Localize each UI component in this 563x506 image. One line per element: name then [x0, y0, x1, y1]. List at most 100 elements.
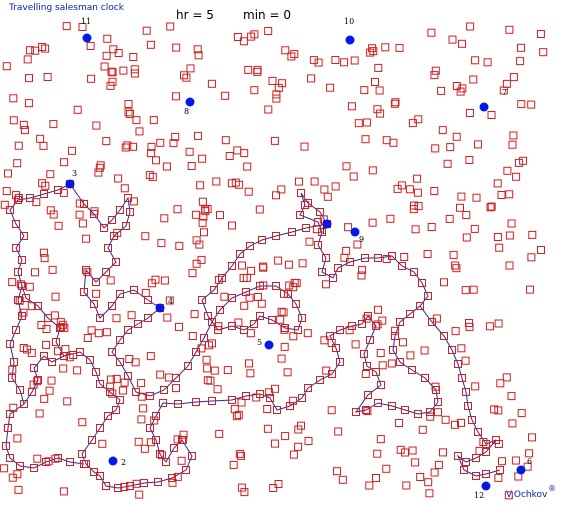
city-marker — [387, 359, 396, 368]
city-marker — [49, 120, 58, 129]
city-marker — [408, 446, 417, 455]
city-marker — [374, 63, 383, 72]
city-marker — [517, 43, 525, 52]
city-marker — [59, 487, 68, 496]
city-marker — [163, 313, 172, 322]
city-marker — [340, 58, 349, 67]
city-marker — [402, 481, 411, 490]
city-marker — [465, 156, 474, 164]
city-marker — [263, 405, 272, 413]
city-marker — [177, 456, 186, 465]
city-marker — [207, 79, 216, 88]
city-marker — [36, 134, 45, 143]
city-marker — [507, 392, 516, 401]
city-marker — [198, 197, 207, 206]
city-marker — [172, 43, 181, 52]
city-marker — [210, 366, 219, 375]
city-marker — [49, 210, 58, 219]
city-marker — [310, 177, 319, 186]
city-marker — [295, 177, 303, 186]
city-marker — [13, 159, 22, 168]
city-marker — [140, 444, 149, 453]
city-marker — [426, 412, 435, 421]
city-marker — [92, 121, 101, 130]
city-marker — [469, 75, 478, 84]
dial-point-2 — [108, 456, 118, 466]
city-marker — [508, 140, 517, 149]
city-marker — [498, 457, 506, 466]
city-marker — [505, 190, 514, 199]
city-marker — [395, 419, 404, 427]
city-marker — [466, 22, 475, 31]
city-marker — [376, 349, 385, 357]
city-marker — [264, 105, 273, 114]
city-marker — [127, 311, 136, 320]
city-marker — [2, 187, 11, 196]
city-marker — [257, 299, 266, 308]
city-marker — [517, 409, 526, 418]
city-marker — [0, 464, 9, 473]
city-marker — [106, 276, 115, 285]
city-marker — [120, 378, 129, 387]
city-marker — [304, 437, 313, 445]
city-marker — [130, 65, 139, 74]
city-marker — [457, 192, 466, 201]
dial-label-9: 9 — [359, 235, 364, 244]
city-marker — [90, 207, 99, 216]
city-marker — [434, 408, 442, 417]
city-marker — [307, 74, 316, 83]
city-marker — [381, 43, 390, 52]
city-marker — [497, 191, 506, 199]
city-marker — [146, 352, 155, 361]
city-marker — [9, 116, 18, 125]
city-marker — [191, 210, 200, 219]
city-marker — [12, 191, 20, 200]
dial-point-10 — [345, 35, 355, 45]
city-marker — [166, 22, 175, 31]
city-marker — [78, 219, 87, 228]
city-marker — [396, 445, 405, 454]
city-marker — [228, 221, 236, 230]
city-marker — [431, 144, 440, 153]
dial-label-7: 7 — [502, 88, 507, 97]
city-marker — [213, 385, 222, 394]
city-marker — [375, 86, 384, 95]
city-marker — [180, 71, 188, 80]
city-marker — [437, 86, 446, 95]
city-marker — [220, 292, 229, 301]
city-marker — [461, 286, 470, 295]
city-marker — [511, 456, 520, 465]
city-marker — [438, 126, 447, 135]
city-marker — [271, 439, 279, 448]
city-marker — [185, 147, 194, 156]
city-marker — [411, 225, 420, 234]
city-marker — [386, 214, 395, 223]
city-marker — [100, 62, 109, 71]
dial-point-5 — [264, 340, 274, 350]
city-marker — [537, 246, 545, 254]
city-marker — [263, 424, 272, 433]
city-markers — [0, 22, 548, 500]
city-marker — [423, 250, 432, 258]
city-marker — [253, 65, 262, 74]
dial-label-1: 1 — [321, 227, 326, 236]
dial-point-8 — [185, 97, 195, 107]
city-marker — [203, 364, 212, 373]
city-marker — [146, 40, 155, 49]
city-marker — [157, 239, 166, 248]
city-marker — [202, 355, 211, 364]
city-marker — [172, 384, 180, 393]
city-marker — [270, 136, 279, 145]
city-marker — [253, 293, 262, 301]
dial-label-3: 3 — [72, 169, 77, 178]
city-marker — [528, 433, 536, 442]
city-marker — [528, 230, 537, 239]
city-marker — [505, 261, 514, 270]
city-marker — [451, 327, 460, 336]
city-marker — [505, 231, 514, 240]
city-marker — [225, 152, 234, 160]
city-marker — [142, 26, 151, 35]
city-marker — [303, 329, 312, 338]
city-marker — [61, 345, 70, 354]
city-marker — [244, 187, 253, 196]
